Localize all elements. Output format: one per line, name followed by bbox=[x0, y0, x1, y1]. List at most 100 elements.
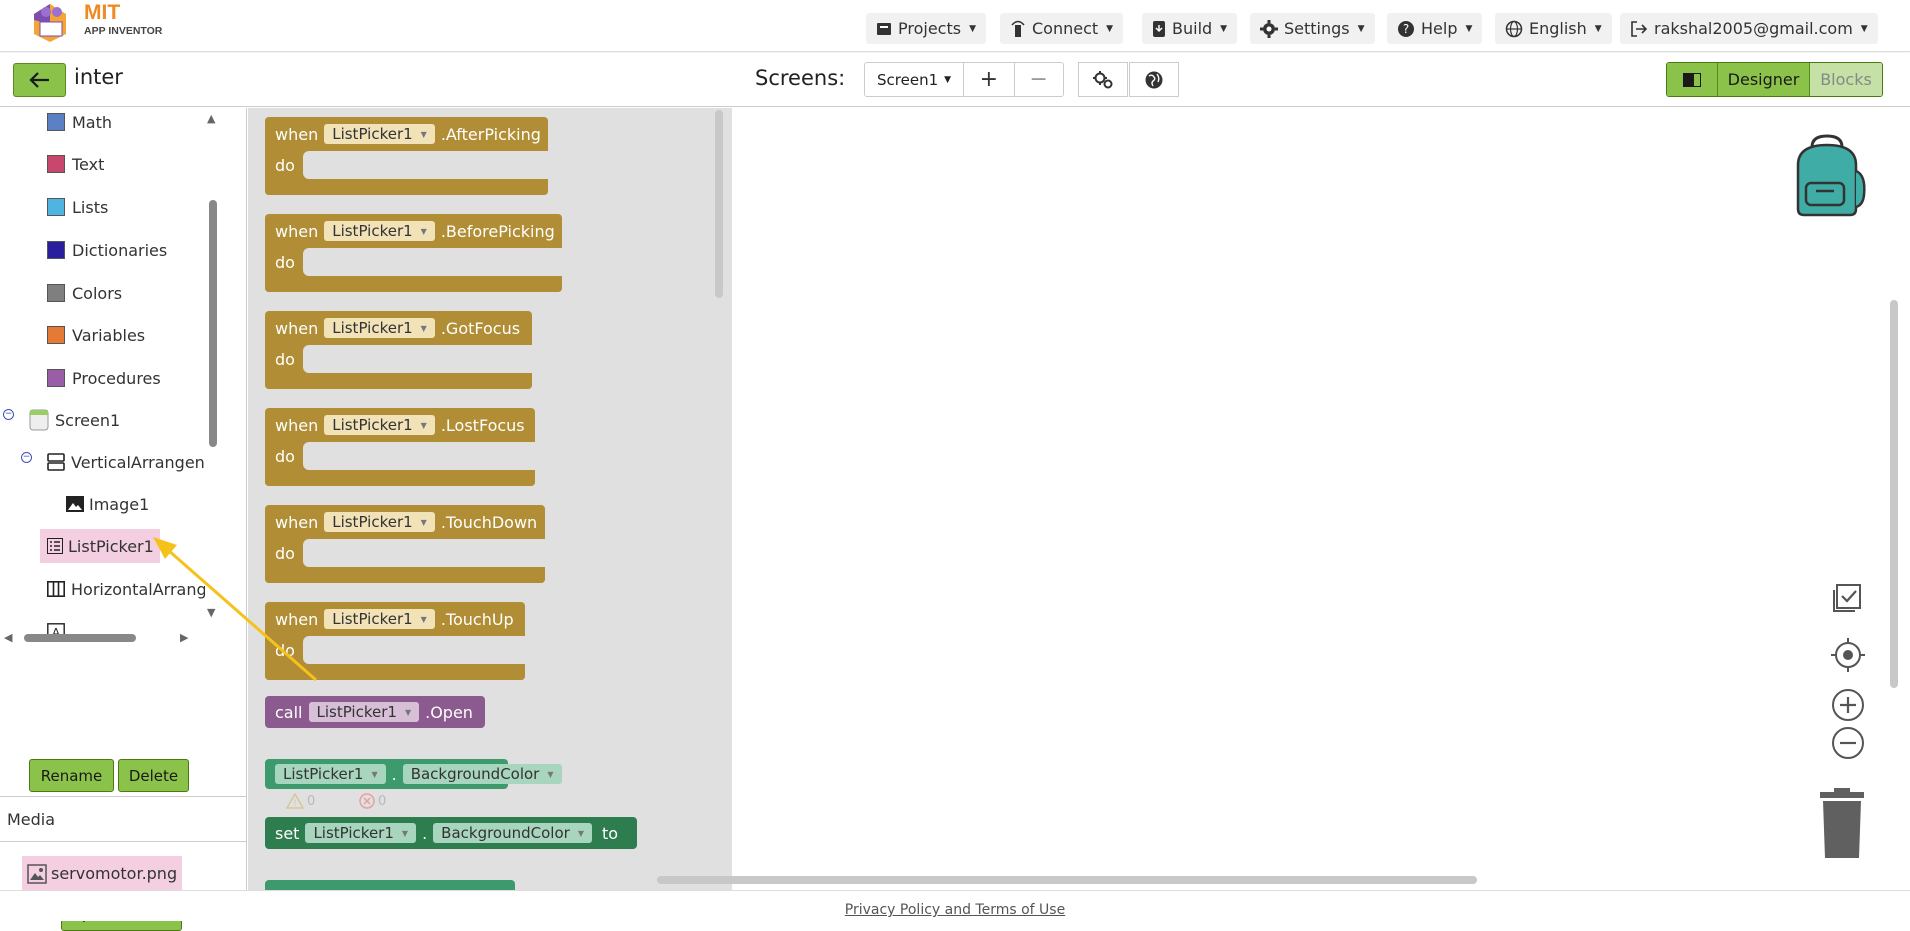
remove-screen-button[interactable]: − bbox=[1013, 63, 1063, 96]
error-indicator[interactable]: 0 bbox=[359, 793, 386, 809]
list-picker-icon bbox=[47, 538, 63, 554]
builtin-variables[interactable]: Variables bbox=[47, 321, 145, 349]
block-bottom bbox=[265, 476, 535, 486]
caret-down-icon: ▼ bbox=[1220, 23, 1228, 34]
collapse-screen-toggle[interactable]: − bbox=[3, 409, 14, 420]
caret-down-icon: ▼ bbox=[420, 517, 427, 527]
privacy-link[interactable]: Privacy Policy and Terms of Use bbox=[845, 902, 1065, 918]
do-keyword: do bbox=[275, 446, 295, 466]
help-menu[interactable]: ? Help ▼ bbox=[1387, 13, 1483, 44]
add-screen-button[interactable]: + bbox=[964, 63, 1013, 96]
blocks-workspace[interactable] bbox=[657, 108, 1910, 890]
method-block-open[interactable]: call ListPicker1 ▼ .Open bbox=[265, 696, 485, 728]
builtin-text[interactable]: Text bbox=[47, 150, 104, 178]
component-name: ListPicker1 bbox=[332, 513, 413, 531]
cleanup-checkbox-icon[interactable] bbox=[1831, 582, 1863, 614]
builtin-math[interactable]: Math bbox=[47, 108, 112, 136]
logo-subtitle: APP INVENTOR bbox=[84, 25, 163, 37]
block-bottom bbox=[265, 185, 548, 195]
scroll-left-icon[interactable]: ◀ bbox=[4, 631, 12, 644]
screen-dropdown[interactable]: Screen1 ▼ bbox=[865, 63, 965, 96]
property-dropdown[interactable]: BackgroundColor ▼ bbox=[433, 823, 592, 843]
delete-button[interactable]: Delete bbox=[118, 759, 189, 792]
builtin-dictionaries[interactable]: Dictionaries bbox=[47, 236, 167, 264]
property-getter-block[interactable]: ListPicker1 ▼ . BackgroundColor ▼ bbox=[265, 759, 562, 789]
event-block-afterpicking[interactable]: when ListPicker1 ▼ .AfterPicking do bbox=[265, 117, 548, 195]
zoom-in-icon[interactable] bbox=[1831, 688, 1865, 722]
scrollbar-thumb[interactable] bbox=[24, 634, 136, 642]
project-properties-button[interactable] bbox=[1078, 62, 1128, 97]
component-dropdown[interactable]: ListPicker1 ▼ bbox=[324, 609, 435, 629]
media-file-item[interactable]: servomotor.png bbox=[22, 856, 183, 891]
dictionaries-swatch bbox=[47, 241, 65, 259]
connect-menu[interactable]: Connect ▼ bbox=[1000, 13, 1124, 44]
caret-down-icon: ▼ bbox=[1106, 23, 1114, 34]
back-button[interactable] bbox=[13, 63, 66, 97]
scrollbar-thumb[interactable] bbox=[209, 200, 217, 447]
lists-swatch bbox=[47, 198, 65, 216]
toggle-panel-button[interactable] bbox=[1667, 63, 1718, 96]
caret-down-icon: ▼ bbox=[420, 420, 427, 430]
event-block-lostfocus[interactable]: when ListPicker1 ▼ .LostFocus do bbox=[265, 408, 535, 486]
component-dropdown[interactable]: ListPicker1 ▼ bbox=[324, 221, 435, 241]
component-dropdown[interactable]: ListPicker1 ▼ bbox=[324, 512, 435, 532]
tree-item-verticalarrangement[interactable]: VerticalArrangen bbox=[47, 448, 205, 476]
flyout-scrollbar[interactable] bbox=[715, 110, 723, 298]
tree-item-listpicker1[interactable]: ListPicker1 bbox=[40, 529, 160, 563]
warning-indicator[interactable]: ! 0 bbox=[286, 793, 315, 809]
component-dropdown[interactable]: ListPicker1 ▼ bbox=[324, 318, 435, 338]
blocks-button[interactable]: Blocks bbox=[1810, 63, 1882, 96]
component-dropdown[interactable]: ListPicker1 ▼ bbox=[275, 764, 386, 784]
language-menu[interactable]: English ▼ bbox=[1495, 13, 1612, 44]
project-name: inter bbox=[74, 65, 123, 89]
project-toolbar: inter Screens: Screen1 ▼ + − Designer Blo… bbox=[0, 53, 1910, 107]
event-block-beforepicking[interactable]: when ListPicker1 ▼ .BeforePicking do bbox=[265, 214, 562, 292]
builtin-procedures[interactable]: Procedures bbox=[47, 364, 161, 392]
builtin-label: Variables bbox=[72, 325, 146, 345]
trash-icon[interactable] bbox=[1814, 788, 1870, 860]
logo-title: MIT bbox=[84, 1, 121, 24]
component-name: ListPicker1 bbox=[332, 222, 413, 240]
caret-down-icon: ▼ bbox=[944, 74, 952, 85]
workspace-vertical-scrollbar[interactable] bbox=[1890, 300, 1898, 688]
settings-menu[interactable]: Settings ▼ bbox=[1250, 13, 1375, 44]
scroll-up-icon[interactable]: ▲ bbox=[207, 112, 215, 125]
when-keyword: when bbox=[275, 415, 319, 435]
variables-swatch bbox=[47, 326, 65, 344]
connect-label: Connect bbox=[1032, 19, 1099, 38]
event-block-gotfocus[interactable]: when ListPicker1 ▼ .GotFocus do bbox=[265, 311, 532, 389]
property-setter-block[interactable]: set ListPicker1 ▼ . BackgroundColor ▼ to bbox=[265, 817, 637, 849]
build-menu[interactable]: Build ▼ bbox=[1142, 13, 1238, 44]
top-navbar: MIT APP INVENTOR Projects ▼ Connect ▼ Buil… bbox=[0, 0, 1910, 52]
caret-down-icon: ▼ bbox=[371, 769, 378, 779]
tree-item-screen1[interactable]: Screen1 bbox=[29, 406, 120, 434]
block-bottom bbox=[265, 379, 532, 389]
connect-icon bbox=[1011, 20, 1025, 37]
component-dropdown[interactable]: ListPicker1 ▼ bbox=[324, 124, 435, 144]
build-icon bbox=[1153, 20, 1165, 37]
component-dropdown[interactable]: ListPicker1 ▼ bbox=[324, 415, 435, 435]
workspace-horizontal-scrollbar[interactable] bbox=[657, 876, 1477, 884]
builtin-lists[interactable]: Lists bbox=[47, 193, 108, 221]
tree-item-label: Image1 bbox=[89, 494, 150, 514]
component-dropdown[interactable]: ListPicker1 ▼ bbox=[305, 823, 417, 843]
partial-block[interactable] bbox=[265, 880, 515, 890]
collapse-arrangement-toggle[interactable]: − bbox=[21, 452, 32, 463]
screen-icon bbox=[29, 409, 49, 431]
app-logo[interactable]: MIT APP INVENTOR bbox=[26, 0, 162, 44]
publish-button[interactable] bbox=[1129, 62, 1179, 97]
blocks-flyout: when ListPicker1 ▼ .AfterPicking do when Lis… bbox=[248, 108, 732, 890]
backpack-icon[interactable] bbox=[1786, 133, 1868, 219]
recenter-target-icon[interactable] bbox=[1831, 638, 1865, 672]
property-dropdown[interactable]: BackgroundColor ▼ bbox=[402, 764, 562, 784]
vertical-arrangement-icon bbox=[47, 453, 65, 471]
zoom-out-icon[interactable] bbox=[1831, 726, 1865, 760]
rename-button[interactable]: Rename bbox=[29, 759, 114, 792]
designer-button[interactable]: Designer bbox=[1718, 63, 1810, 96]
account-menu[interactable]: rakshal2005@gmail.com ▼ bbox=[1620, 13, 1878, 44]
tree-item-image1[interactable]: Image1 bbox=[66, 490, 149, 518]
projects-menu[interactable]: Projects ▼ bbox=[866, 13, 986, 44]
to-keyword: to bbox=[601, 823, 619, 843]
component-dropdown[interactable]: ListPicker1 ▼ bbox=[308, 702, 420, 722]
builtin-colors[interactable]: Colors bbox=[47, 279, 122, 307]
